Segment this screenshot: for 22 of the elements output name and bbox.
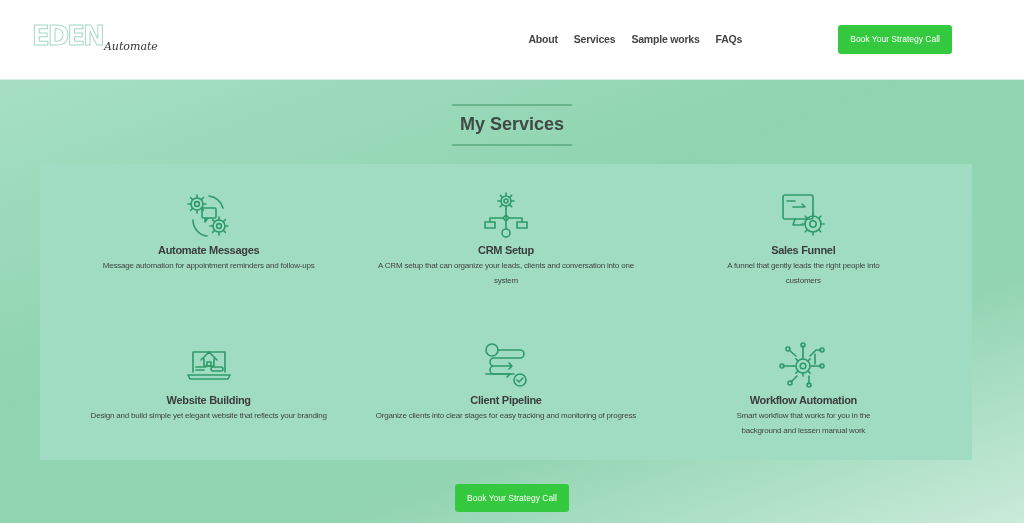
nav-link[interactable]: FAQs — [715, 31, 743, 48]
nav-link[interactable]: About — [528, 31, 558, 48]
service-title: Client Pipeline — [470, 392, 542, 408]
pipeline-check-icon — [482, 341, 530, 390]
nav-link[interactable]: Services — [573, 31, 616, 48]
service-title: Workflow Automation — [749, 392, 857, 408]
service-title: Automate Messages — [158, 242, 260, 258]
logo-script: Automate — [103, 40, 158, 56]
section-title: My Services — [451, 104, 573, 146]
service-title: CRM Setup — [478, 242, 534, 258]
service-description: Message automation for appointment reminders and follow-ups — [102, 260, 315, 273]
circuit-gear-icon — [779, 341, 828, 390]
service-description: Smart workflow that works for you in the background and lessen manual work — [735, 410, 872, 438]
service-title: Website Building — [166, 392, 251, 408]
service-description: A funnel that gently leads the right people into customers — [726, 260, 881, 288]
gear-flowchart-icon — [482, 191, 530, 240]
service-description: A CRM setup that can organize your leads, clients and conversation into one system — [377, 260, 635, 288]
service-description: Organize clients into clear stages for easy tracking and monitoring of progress — [375, 410, 637, 423]
logo-mark: EDEN — [32, 23, 103, 50]
nav-link[interactable]: Sample works — [631, 31, 700, 48]
service-title: Sales Funnel — [771, 242, 836, 258]
service-description: Design and build simple yet elegant website that reflects your branding — [90, 410, 327, 423]
